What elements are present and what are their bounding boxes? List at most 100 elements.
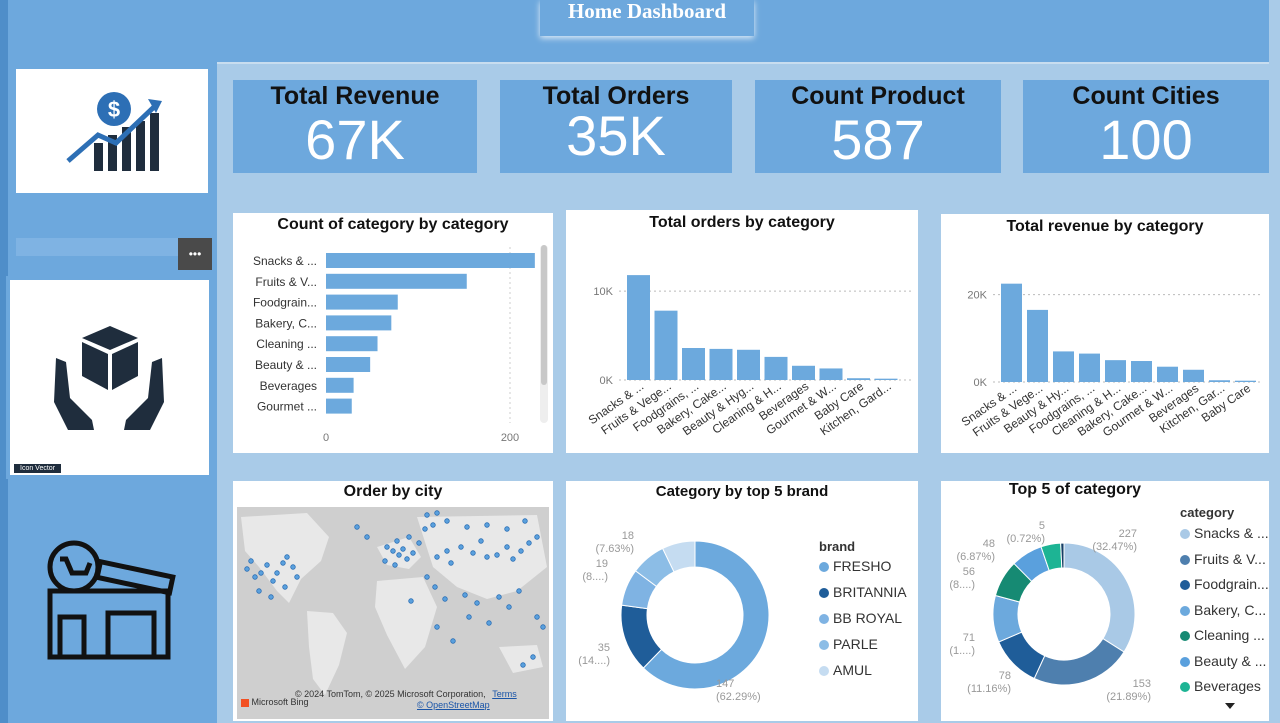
legend-dot — [819, 666, 829, 677]
x-tick-label: 200 — [501, 432, 519, 444]
city-marker — [470, 550, 476, 556]
city-marker — [534, 534, 540, 540]
legend-label: Foodgrain... — [1194, 576, 1269, 592]
slice-count-label: 71 — [963, 632, 975, 644]
bar — [326, 377, 354, 393]
slice-pct-label: (62.29%) — [716, 691, 761, 703]
legend-label: FRESHO — [833, 558, 892, 574]
world-map[interactable] — [237, 507, 549, 719]
city-marker — [458, 544, 464, 550]
legend-label: BB ROYAL — [833, 610, 902, 626]
nav-products-tile[interactable]: Icon Vector — [6, 276, 213, 479]
legend-label: PARLE — [833, 636, 878, 652]
legend-item[interactable]: Bakery, C... — [1180, 602, 1266, 618]
legend-dot — [819, 614, 829, 625]
osm-link[interactable]: © OpenStreetMap — [417, 700, 490, 710]
bar — [654, 310, 678, 380]
count-category-chart[interactable]: Count of category by category Snacks & .… — [233, 213, 553, 453]
kpi-label: Count Cities — [1072, 82, 1220, 110]
bing-logo: Microsoft Bing — [241, 697, 309, 707]
city-marker — [416, 540, 422, 546]
city-marker — [256, 588, 262, 594]
city-marker — [406, 534, 412, 540]
category-label: Snacks & ... — [253, 254, 317, 268]
city-marker — [290, 564, 296, 570]
legend-dot — [819, 640, 829, 651]
bar — [1131, 361, 1152, 382]
city-marker — [248, 558, 254, 564]
top5-category-chart[interactable]: Top 5 of category 227 (32.47%) 153 (21.89%)… — [941, 481, 1269, 721]
y-tick-label: 20K — [967, 290, 987, 302]
city-marker — [400, 546, 406, 552]
category-label: Cleaning ... — [256, 337, 317, 351]
x-tick-label: 0 — [323, 432, 329, 444]
more-options-button[interactable]: ••• — [178, 238, 212, 270]
legend-item[interactable]: BB ROYAL — [819, 610, 902, 626]
kpi-total-orders: Total Orders 35K — [500, 80, 732, 173]
total-orders-chart[interactable]: Total orders by category 10K 0K Snacks & .… — [566, 210, 918, 453]
nav-store-tile[interactable] — [24, 533, 194, 667]
bar — [1053, 351, 1074, 382]
legend-title: category — [1180, 505, 1235, 520]
slice-count-label: 56 — [963, 566, 975, 578]
legend-item[interactable]: Fruits & V... — [1180, 551, 1266, 567]
legend-item[interactable]: PARLE — [819, 636, 878, 652]
terms-link[interactable]: Terms — [492, 689, 517, 699]
bar — [326, 273, 467, 289]
city-marker — [424, 574, 430, 580]
city-marker — [430, 522, 436, 528]
icon-vector-label: Icon Vector — [20, 465, 56, 472]
category-label: Beverages — [260, 379, 317, 393]
legend-label: BRITANNIA — [833, 584, 907, 600]
city-marker — [354, 524, 360, 530]
y-tick-label: 0K — [974, 377, 988, 389]
city-marker — [506, 604, 512, 610]
category-label: Gourmet ... — [257, 400, 317, 414]
nav-revenue-tile[interactable]: $ — [16, 69, 208, 193]
bar — [326, 398, 352, 414]
kpi-value: 35K — [566, 104, 666, 167]
category-label: Bakery, C... — [255, 316, 317, 330]
city-marker — [504, 544, 510, 550]
city-marker — [466, 614, 472, 620]
bar — [819, 368, 843, 380]
city-marker — [504, 526, 510, 532]
icon-vector-badge: Icon Vector — [14, 464, 62, 473]
category-by-brand-chart[interactable]: Category by top 5 brand 147 (62.29%) 35 (14… — [566, 481, 918, 721]
legend-item[interactable]: Snacks & ... — [1180, 525, 1269, 541]
legend-dot — [819, 562, 829, 573]
legend-item[interactable]: BRITANNIA — [819, 584, 907, 600]
slice-count-label: 147 — [716, 678, 734, 690]
donut-slice — [1060, 542, 1065, 569]
bar — [326, 357, 371, 372]
category-label: Foodgrain... — [253, 296, 317, 310]
city-marker — [530, 654, 536, 660]
city-marker — [520, 662, 526, 668]
slice-pct-label: (8....) — [949, 579, 975, 591]
legend-item[interactable]: Beverages — [1180, 678, 1261, 694]
legend-dot — [1180, 605, 1190, 616]
legend-scroll-down-icon[interactable] — [1225, 703, 1235, 709]
legend-item[interactable]: Cleaning ... — [1180, 627, 1265, 643]
chart-scrollbar[interactable] — [540, 245, 548, 423]
city-marker — [424, 512, 430, 518]
scrollbar-thumb[interactable] — [541, 245, 547, 385]
legend-item[interactable]: AMUL — [819, 662, 872, 678]
legend-label: Fruits & V... — [1194, 550, 1266, 567]
order-by-city-map[interactable]: Order by city © 2024 TomTom, © 2025 Micr… — [233, 481, 553, 721]
city-marker — [274, 570, 280, 576]
donut-slice — [1063, 542, 1136, 653]
city-marker — [396, 552, 402, 558]
store-icon — [47, 540, 176, 660]
total-orders-svg: 10K0KSnacks & ...Fruits & Vege...Foodgra… — [586, 275, 912, 438]
slice-pct-label: (11.16%) — [967, 683, 1011, 695]
legend-item[interactable]: Beauty & ... — [1180, 653, 1266, 669]
kpi-count-product: Count Product 587 — [755, 80, 1001, 173]
kpi-value: 587 — [831, 108, 925, 171]
city-marker — [540, 624, 546, 630]
legend-item[interactable]: Foodgrain... — [1180, 576, 1269, 592]
legend-item[interactable]: FRESHO — [819, 558, 891, 574]
brand-donut-svg: 147(62.29%) 35(14....) 19(8....) 18(7.63%) — [578, 530, 770, 703]
city-marker — [534, 614, 540, 620]
total-revenue-chart[interactable]: Total revenue by category 20K 0K Snacks & … — [941, 214, 1269, 453]
